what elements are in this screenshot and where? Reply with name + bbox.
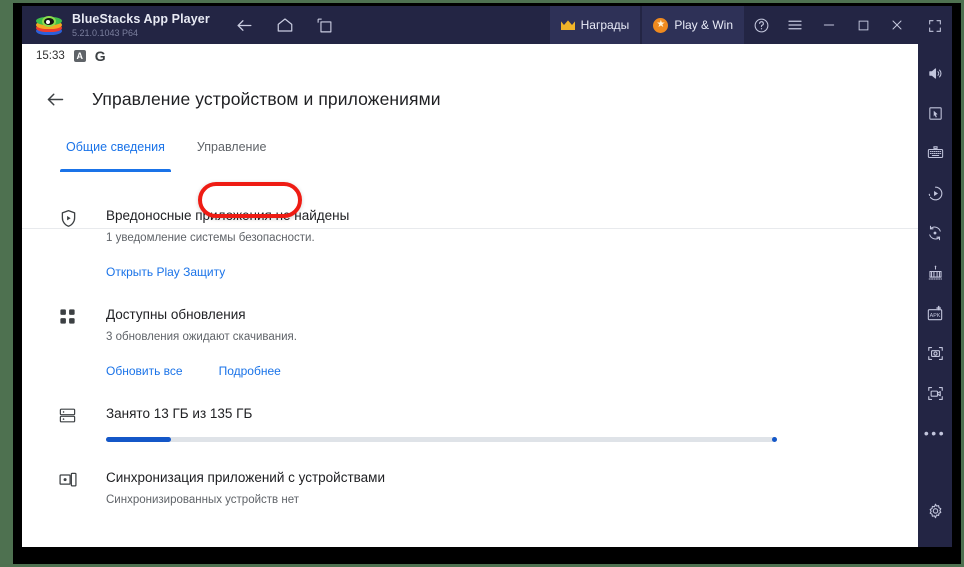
rewards-button[interactable]: Награды [549,6,641,44]
settings-gear-icon[interactable] [918,495,952,527]
app-title: BlueStacks App Player [72,11,210,26]
star-badge-icon: ★ [653,17,669,33]
row-actions: Открыть Play Защиту [106,265,878,279]
play-and-win-button[interactable]: ★ Play & Win [642,6,744,44]
page-back-button[interactable] [38,82,72,116]
keyboard-controls-icon[interactable] [918,137,952,169]
row-play-protect[interactable]: Вредоносные приложения не найдены 1 увед… [22,206,918,279]
app-title-block: BlueStacks App Player 5.21.0.1043 P64 [72,12,210,39]
row-device-sync[interactable]: Синхронизация приложений с устройствами … [22,468,918,509]
macro-recorder-icon[interactable] [918,177,952,209]
row-subtitle: 3 обновления ожидают скачивания. [106,331,297,343]
app-version: 5.21.0.1043 P64 [72,27,139,38]
minimize-icon[interactable] [812,6,846,44]
crown-icon [560,19,575,31]
help-circle-icon[interactable] [744,6,778,44]
bluestacks-logo [36,12,62,38]
tab-general-info[interactable]: Общие сведения [50,130,181,176]
home-icon[interactable] [272,12,298,38]
install-apk-icon[interactable]: APK [918,297,952,329]
storage-icon [58,404,106,442]
hamburger-menu-icon[interactable] [778,6,812,44]
more-options-label: ••• [923,425,947,441]
row-updates[interactable]: Доступны обновления 3 обновления ожидают… [22,305,918,378]
rewards-label: Награды [580,18,630,32]
row-subtitle: 1 уведомление системы безопасности. [106,232,315,244]
screenshot-icon[interactable] [918,337,952,369]
page-header: Управление устройством и приложениями [22,74,918,124]
maximize-icon[interactable] [846,6,880,44]
android-status-bar: 15:33 A G [22,44,918,68]
play-protect-shield-icon [58,206,106,279]
row-body: Синхронизация приложений с устройствами … [106,468,918,509]
multi-instance-icon[interactable] [918,257,952,289]
row-subtitle: Синхронизированных устройств нет [106,494,299,506]
apps-grid-icon [58,305,106,378]
back-arrow-icon[interactable] [918,537,952,547]
page-title: Управление устройством и приложениями [92,88,441,109]
cursor-pointer-icon[interactable] [918,97,952,129]
storage-progress-end-dot [772,437,777,442]
devices-sync-icon [58,468,106,509]
row-title: Занято 13 ГБ из 135 ГБ [106,406,253,421]
more-details-link[interactable]: Подробнее [219,364,281,378]
screen-record-icon[interactable] [918,377,952,409]
svg-text:APK: APK [930,313,941,319]
settings-rows: Вредоносные приложения не найдены 1 увед… [22,176,918,509]
update-all-link[interactable]: Обновить все [106,364,183,378]
row-storage[interactable]: Занято 13 ГБ из 135 ГБ [22,404,918,442]
play-and-win-label: Play & Win [674,18,733,32]
tab-management[interactable]: Управление [181,130,283,176]
more-options-icon[interactable]: ••• [918,417,952,449]
row-title: Вредоносные приложения не найдены [106,208,350,223]
row-actions: Обновить все Подробнее [106,364,878,378]
application-window: BlueStacks App Player 5.21.0.1043 P64 На… [0,0,964,567]
titlebar-nav-group [232,12,338,38]
back-arrow-icon[interactable] [232,12,258,38]
storage-progress-fill [106,437,171,442]
title-bar: BlueStacks App Player 5.21.0.1043 P64 На… [22,6,952,44]
app-badge-icon: A [73,50,86,62]
status-time: 15:33 [36,50,65,62]
tab-divider [22,228,918,229]
fullscreen-icon[interactable] [918,10,952,42]
row-body: Доступны обновления 3 обновления ожидают… [106,305,918,378]
open-play-protect-link[interactable]: Открыть Play Защиту [106,265,225,279]
volume-icon[interactable] [918,57,952,89]
storage-progress-bar [106,437,777,442]
rotate-screen-icon[interactable] [918,217,952,249]
google-icon: G [94,48,106,64]
play-store-content: Управление устройством и приложениями Об… [22,68,918,547]
close-icon[interactable] [880,6,914,44]
row-title: Синхронизация приложений с устройствами [106,470,385,485]
recents-icon[interactable] [312,12,338,38]
row-body: Вредоносные приложения не найдены 1 увед… [106,206,918,279]
row-body: Занято 13 ГБ из 135 ГБ [106,404,918,442]
bluestacks-sidebar: APK ••• [918,6,952,547]
row-title: Доступны обновления [106,307,246,322]
tab-bar: Общие сведения Управление [22,130,918,176]
